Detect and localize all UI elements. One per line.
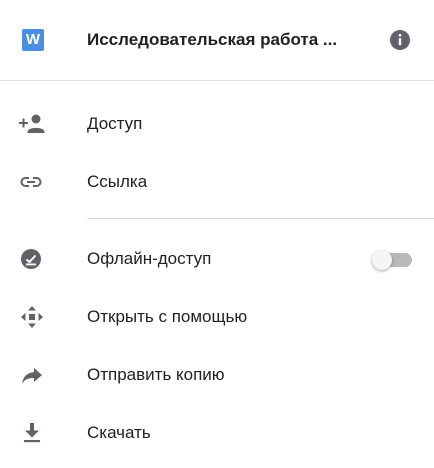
- link-icon: [18, 170, 48, 194]
- menu-item-send-copy[interactable]: Отправить копию: [0, 346, 434, 404]
- menu-item-label: Офлайн-доступ: [87, 249, 212, 268]
- info-icon[interactable]: [388, 28, 412, 52]
- menu-item-label: Скачать: [87, 423, 151, 442]
- menu-item-label: Доступ: [87, 114, 143, 133]
- menu-item-label: Ссылка: [87, 172, 148, 191]
- menu-item-label: Открыть с помощью: [87, 307, 248, 326]
- menu-item-access[interactable]: Доступ: [0, 95, 434, 153]
- share-arrow-icon: [18, 363, 48, 387]
- section-divider: [87, 218, 434, 219]
- toggle-thumb: [372, 250, 392, 270]
- menu-item-offline[interactable]: Офлайн-доступ: [0, 230, 434, 288]
- offline-check-icon: [18, 247, 48, 271]
- word-file-icon: W: [22, 29, 44, 51]
- file-title: Исследовательская работа ...: [87, 30, 338, 49]
- menu-item-open-with[interactable]: Открыть с помощью: [0, 288, 434, 346]
- file-header: W Исследовательская работа ...: [0, 0, 434, 80]
- person-add-icon: [18, 112, 48, 136]
- open-with-icon: [18, 305, 48, 329]
- offline-toggle[interactable]: [372, 250, 414, 270]
- menu-item-label: Отправить копию: [87, 365, 225, 384]
- header-divider: [0, 80, 434, 81]
- menu-item-link[interactable]: Ссылка: [0, 153, 434, 211]
- download-icon: [18, 421, 48, 445]
- menu-item-download[interactable]: Скачать: [0, 404, 434, 462]
